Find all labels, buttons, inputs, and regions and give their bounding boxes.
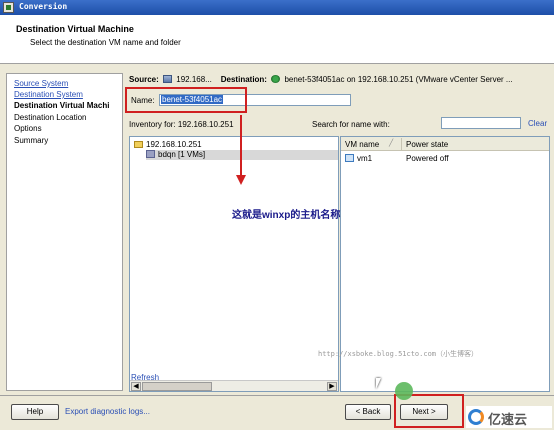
wizard-header: Destination Virtual Machine Select the d… <box>0 15 554 64</box>
inventory-tree[interactable]: 192.168.10.251 bdqn [1 VMs] ◀ ▶ <box>129 136 339 392</box>
page-title: Destination Virtual Machine <box>16 24 134 34</box>
logo-text: 亿速云 <box>488 412 528 427</box>
column-power-state[interactable]: Power state <box>406 140 448 149</box>
mouse-cursor-icon <box>376 378 381 389</box>
source-destination-bar: Source: 192.168... Destination: benet-53… <box>129 75 550 86</box>
vcenter-icon <box>271 75 281 83</box>
scroll-left-icon[interactable]: ◀ <box>131 382 141 391</box>
nav-item-source-system[interactable]: Source System <box>14 79 68 88</box>
nav-item-destination-location: Destination Location <box>14 113 87 122</box>
vm-name-cell: vm1 <box>345 154 372 163</box>
nav-item-destination-system[interactable]: Destination System <box>14 90 83 99</box>
column-separator <box>401 138 402 150</box>
watermark-logo: 亿速云 <box>466 406 552 428</box>
refresh-link[interactable]: Refresh <box>131 373 159 382</box>
page-subtitle: Select the destination VM name and folde… <box>30 38 181 47</box>
annotation-arrow-head <box>236 175 246 185</box>
column-vm-name[interactable]: VM name <box>345 140 379 149</box>
vm-list-header: VM name ╱ Power state <box>341 137 549 151</box>
nav-item-options: Options <box>14 124 42 133</box>
footer-divider <box>0 395 554 396</box>
scroll-right-icon[interactable]: ▶ <box>327 382 337 391</box>
tree-node-label: bdqn [1 VMs] <box>158 150 206 159</box>
nav-item-summary: Summary <box>14 136 49 145</box>
vm-name-text: vm1 <box>357 154 373 163</box>
source-value: 192.168... <box>176 75 212 84</box>
tree-horizontal-scrollbar[interactable]: ◀ ▶ <box>130 380 338 391</box>
window-title-bar: Conversion <box>0 0 554 15</box>
tree-node-datacenter[interactable]: bdqn [1 VMs] <box>146 150 338 160</box>
folder-icon <box>134 141 143 148</box>
nav-item-destination-virtual-machine: Destination Virtual Machi <box>14 101 110 110</box>
help-button[interactable]: Help <box>11 404 59 420</box>
sort-arrow-icon: ╱ <box>389 140 394 147</box>
clear-link[interactable]: Clear <box>528 119 547 128</box>
annotation-highlight-name <box>125 87 247 113</box>
datacenter-icon <box>146 150 155 158</box>
window-title: Conversion <box>19 2 68 11</box>
power-state-cell: Powered off <box>406 154 449 163</box>
converter-app-icon <box>3 2 14 13</box>
inventory-label: Inventory for: 192.168.10.251 <box>129 120 234 129</box>
scrollbar-thumb[interactable] <box>142 382 212 391</box>
watermark-text: http://xsboke.blog.51cto.com（小生博客） <box>318 350 479 358</box>
wizard-steps-nav: Source System Destination System Destina… <box>6 73 123 391</box>
server-icon <box>163 75 173 83</box>
source-label: Source: <box>129 75 159 84</box>
tree-node-vcenter[interactable]: 192.168.10.251 <box>134 140 202 150</box>
annotation-text: 这就是winxp的主机名称 <box>232 210 341 221</box>
export-diagnostic-logs-link[interactable]: Export diagnostic logs... <box>65 407 150 416</box>
destination-label: Destination: <box>220 75 267 84</box>
annotation-arrow <box>240 115 242 175</box>
click-indicator-icon <box>395 382 413 400</box>
table-row[interactable]: vm1 Powered off <box>341 154 549 165</box>
tree-node-label: 192.168.10.251 <box>146 140 202 149</box>
search-label: Search for name with: <box>312 120 390 129</box>
search-input[interactable] <box>441 117 521 129</box>
destination-value: benet-53f4051ac on 192.168.10.251 (VMwar… <box>284 75 513 84</box>
vm-icon <box>345 154 354 162</box>
logo-mark-icon <box>468 409 484 425</box>
back-button[interactable]: < Back <box>345 404 391 420</box>
